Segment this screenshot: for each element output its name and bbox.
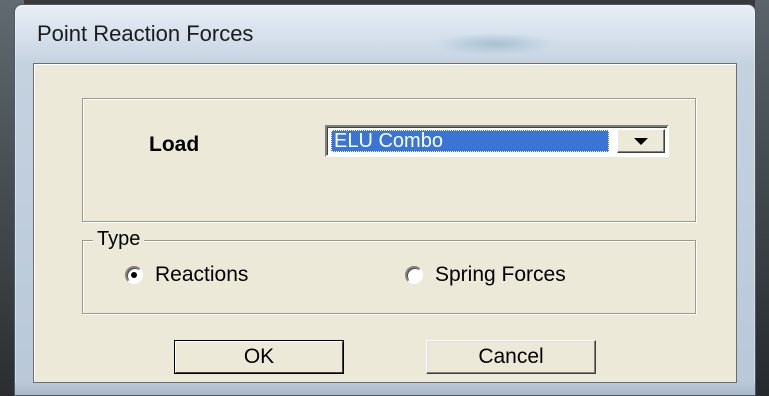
radio-spring-forces[interactable]: Spring Forces [405, 263, 566, 287]
window-title: Point Reaction Forces [37, 21, 254, 46]
radio-unselected-icon[interactable] [405, 266, 423, 284]
radio-dot [131, 272, 137, 278]
type-group-legend: Type [93, 228, 145, 251]
load-combo[interactable]: ELU Combo [325, 125, 669, 157]
ok-button-label: OK [243, 345, 275, 368]
radio-selected-icon[interactable] [125, 266, 143, 284]
radio-reactions[interactable]: Reactions [125, 263, 248, 287]
window-bottom-border [15, 383, 755, 395]
radio-reactions-label[interactable]: Reactions [155, 263, 248, 287]
titlebar-glow [435, 33, 555, 55]
background-right [755, 0, 769, 396]
ok-button[interactable]: OK [174, 340, 344, 374]
dialog-window: Point Reaction Forces Load ELU Combo Typ… [14, 4, 756, 396]
title-bar[interactable]: Point Reaction Forces [15, 5, 755, 65]
load-panel: Load ELU Combo [82, 98, 696, 222]
dialog-body: Load ELU Combo Type Reactions Spring For… [33, 63, 737, 383]
load-label: Load [149, 133, 200, 156]
type-group: Type Reactions Spring Forces [82, 228, 696, 314]
load-combo-value[interactable]: ELU Combo [331, 130, 609, 152]
load-combo-dropdown-button[interactable] [617, 129, 665, 153]
cancel-button[interactable]: Cancel [426, 340, 596, 374]
radio-spring-forces-label[interactable]: Spring Forces [435, 263, 566, 287]
chevron-down-icon [634, 137, 648, 145]
